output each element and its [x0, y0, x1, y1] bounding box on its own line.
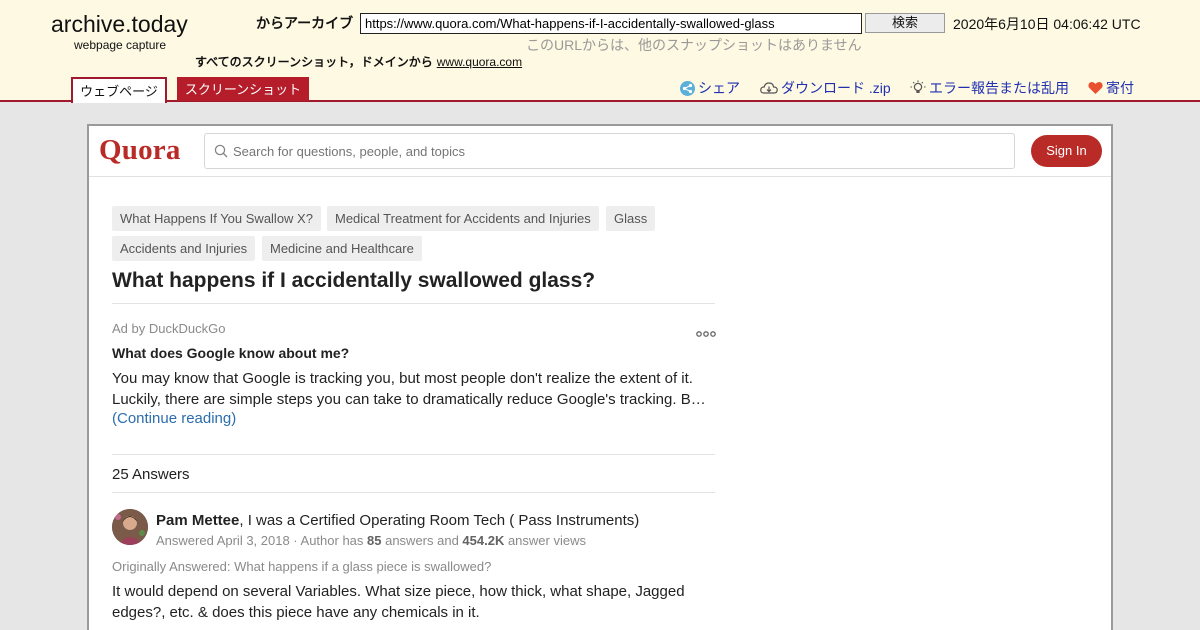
archive-logo[interactable]: archive.today — [51, 11, 188, 38]
meta-prefix: Answered April 3, 2018 · Author has — [156, 533, 368, 548]
report-button[interactable]: エラー報告または乱用 — [910, 78, 1069, 98]
question-title: What happens if I accidentally swallowed… — [112, 269, 596, 292]
ad-body-line: Luckily, there are simple steps you can … — [112, 391, 712, 408]
originally-answered[interactable]: Originally Answered: What happens if a g… — [112, 559, 491, 574]
all-screenshots-label: すべてのスクリーンショット，ドメインから — [195, 55, 433, 69]
topic-tag[interactable]: Glass — [606, 206, 656, 231]
donate-label: 寄付 — [1106, 80, 1134, 96]
topic-tag[interactable]: Medical Treatment for Accidents and Inju… — [327, 206, 599, 231]
share-button[interactable]: シェア — [680, 78, 740, 98]
domain-link[interactable]: www.quora.com — [437, 55, 522, 69]
answer-meta: Answered April 3, 2018 · Author has 85 a… — [156, 533, 586, 548]
capture-date: 2020年6月10日 04:06:42 UTC — [953, 16, 1141, 32]
ad-body-line: You may know that Google is tracking you… — [112, 370, 693, 387]
quora-logo[interactable]: Quora — [99, 134, 181, 167]
answers-count: 25 Answers — [112, 466, 190, 483]
report-label: エラー報告または乱用 — [929, 80, 1069, 96]
answers-number: 85 — [367, 533, 382, 548]
topic-tag[interactable]: What Happens If You Swallow X? — [112, 206, 321, 231]
tab-screenshot[interactable]: スクリーンショット — [177, 77, 309, 101]
quora-search-input[interactable]: Search for questions, people, and topics — [204, 133, 1015, 169]
continue-reading-link[interactable]: (Continue reading) — [112, 410, 236, 427]
answer-author: Pam Mettee, I was a Certified Operating … — [156, 512, 639, 529]
archive-url-input[interactable] — [360, 13, 862, 34]
author-credential: , I was a Certified Operating Room Tech … — [239, 512, 640, 529]
more-options-icon[interactable] — [696, 324, 716, 342]
ad-title[interactable]: What does Google know about me? — [112, 345, 349, 361]
archive-logo-subtitle: webpage capture — [74, 38, 167, 52]
ad-body: You may know that Google is tracking you… — [112, 368, 712, 410]
lightbulb-icon — [910, 80, 926, 96]
views-number: 454.2K — [462, 533, 505, 548]
ad-by-label: Ad by DuckDuckGo — [112, 321, 226, 336]
divider — [112, 492, 715, 493]
download-button[interactable]: ダウンロード .zip — [760, 78, 891, 98]
divider — [112, 454, 715, 455]
heart-icon — [1088, 81, 1103, 95]
tab-webpage[interactable]: ウェブページ — [71, 77, 167, 103]
quora-page-frame: Quora Search for questions, people, and … — [87, 124, 1113, 630]
divider — [112, 303, 715, 304]
answer-body-line: edges?, etc. & does this piece have any … — [112, 604, 480, 621]
all-screenshots-row: すべてのスクリーンショット，ドメインから www.quora.com — [195, 53, 522, 70]
answer-body: It would depend on several Variables. Wh… — [112, 581, 712, 623]
topic-tag[interactable]: Medicine and Healthcare — [262, 236, 422, 261]
quora-header: Quora Search for questions, people, and … — [89, 126, 1111, 177]
search-placeholder: Search for questions, people, and topics — [233, 144, 465, 159]
donate-button[interactable]: 寄付 — [1088, 78, 1134, 98]
answer-body-line: It would depend on several Variables. Wh… — [112, 583, 685, 600]
archive-search-button[interactable]: 検索 — [865, 13, 945, 33]
meta-mid: answers and — [381, 533, 463, 548]
share-icon — [680, 80, 695, 96]
cloud-download-icon — [760, 81, 778, 95]
share-label: シェア — [698, 80, 740, 96]
topic-tag[interactable]: Accidents and Injuries — [112, 236, 256, 261]
download-label: ダウンロード .zip — [781, 80, 891, 96]
sign-in-button[interactable]: Sign In — [1031, 135, 1102, 167]
archive-from-label: からアーカイブ — [256, 15, 354, 31]
author-name[interactable]: Pam Mettee — [156, 512, 239, 529]
meta-suffix: answer views — [504, 533, 586, 548]
no-other-snapshots-text: このURLからは、他のスナップショットはありません — [526, 37, 862, 53]
archive-header: archive.today webpage capture からアーカイブ 検索… — [0, 0, 1200, 103]
avatar[interactable] — [112, 509, 148, 545]
